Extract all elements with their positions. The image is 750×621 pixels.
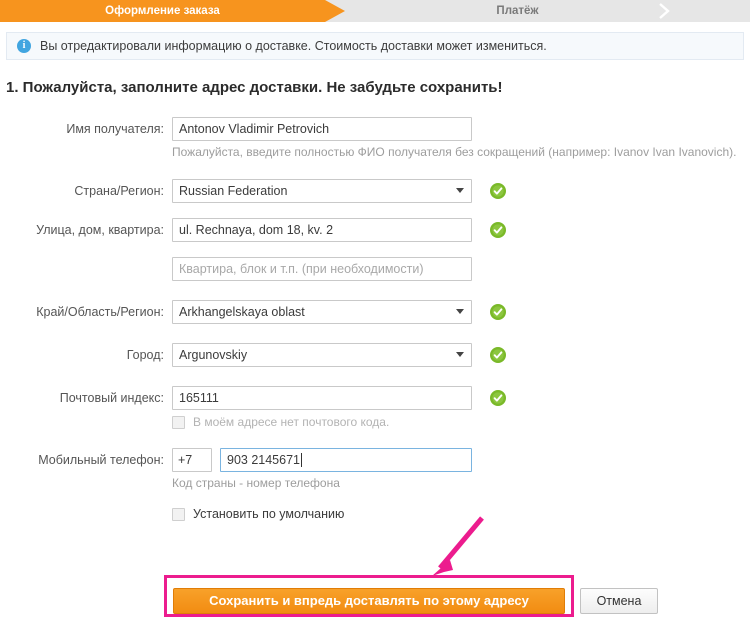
- phone-country-code-input[interactable]: +7: [172, 448, 212, 472]
- street-label: Улица, дом, квартира:: [36, 223, 164, 237]
- default-address-checkbox-row[interactable]: Установить по умолчанию: [172, 507, 472, 521]
- recipient-hint: Пожалуйста, введите полностью ФИО получа…: [172, 145, 737, 159]
- save-button[interactable]: Сохранить и впредь доставлять по этому а…: [173, 588, 565, 614]
- form-row-country: Страна/Регион: Russian Federation: [0, 179, 750, 203]
- apartment-input[interactable]: [172, 257, 472, 281]
- check-circle-icon: [490, 390, 506, 406]
- phone-number-value: 903 2145671: [227, 453, 300, 467]
- no-postcode-checkbox[interactable]: [172, 415, 185, 429]
- default-address-checkbox[interactable]: [172, 507, 185, 521]
- phone-field-group: +7 903 2145671 Код страны - номер телефо…: [172, 448, 472, 521]
- check-circle-icon: [490, 222, 506, 238]
- street-field-group: [172, 218, 472, 242]
- text-caret: [301, 453, 302, 467]
- street-input[interactable]: [172, 218, 472, 242]
- postcode-label: Почтовый индекс:: [59, 391, 164, 405]
- recipient-input[interactable]: [172, 117, 472, 141]
- delivery-info-banner: i Вы отредактировали информацию о достав…: [6, 32, 744, 60]
- postcode-field-group: В моём адресе нет почтового кода.: [172, 386, 472, 429]
- check-circle-icon: [490, 304, 506, 320]
- chevron-down-icon: [456, 352, 464, 357]
- city-select-wrapper[interactable]: Argunovskiy: [172, 343, 472, 367]
- city-label: Город:: [126, 348, 164, 362]
- apartment-field-group: [172, 257, 472, 281]
- checkout-progress-steps: Оформление заказа Платёж: [0, 0, 750, 22]
- notice-banner-wrapper: i Вы отредактировали информацию о достав…: [0, 22, 750, 60]
- chevron-down-icon: [456, 309, 464, 314]
- step-checkout-label: Оформление заказа: [105, 5, 220, 17]
- form-actions: Сохранить и впредь доставлять по этому а…: [0, 575, 750, 621]
- cancel-button[interactable]: Отмена: [580, 588, 658, 614]
- info-icon: i: [17, 39, 31, 53]
- phone-label: Мобильный телефон:: [38, 453, 164, 467]
- form-row-apartment: [0, 257, 750, 281]
- city-select[interactable]: Argunovskiy: [172, 343, 472, 367]
- banner-text: Вы отредактировали информацию о доставке…: [40, 39, 547, 53]
- region-field-group: Arkhangelskaya oblast: [172, 300, 472, 324]
- country-select[interactable]: Russian Federation: [172, 179, 472, 203]
- form-row-postcode: Почтовый индекс: В моём адресе нет почто…: [0, 386, 750, 429]
- page-title: 1. Пожалуйста, заполните адрес доставки.…: [6, 79, 503, 96]
- step-checkout[interactable]: Оформление заказа: [0, 0, 345, 22]
- form-row-phone: Мобильный телефон: +7 903 2145671 Код ст…: [0, 448, 750, 521]
- check-circle-icon: [490, 347, 506, 363]
- shipping-address-form: Имя получателя: Пожалуйста, введите полн…: [0, 117, 750, 521]
- step-payment-label: Платёж: [496, 5, 539, 17]
- no-postcode-label: В моём адресе нет почтового кода.: [193, 415, 390, 429]
- step-payment[interactable]: Платёж: [345, 0, 690, 22]
- phone-number-input[interactable]: 903 2145671: [220, 448, 472, 472]
- default-address-label: Установить по умолчанию: [193, 507, 345, 521]
- country-select-wrapper[interactable]: Russian Federation: [172, 179, 472, 203]
- phone-inputs: +7 903 2145671: [172, 448, 472, 472]
- form-row-city: Город: Argunovskiy: [0, 343, 750, 367]
- country-field-group: Russian Federation: [172, 179, 472, 203]
- postcode-input[interactable]: [172, 386, 472, 410]
- region-select[interactable]: Arkhangelskaya oblast: [172, 300, 472, 324]
- annotation-arrow-icon: [420, 512, 500, 582]
- phone-hint: Код страны - номер телефона: [172, 476, 340, 490]
- region-label: Край/Область/Регион:: [36, 305, 164, 319]
- chevron-down-icon: [456, 188, 464, 193]
- country-label: Страна/Регион:: [74, 184, 164, 198]
- form-row-region: Край/Область/Регион: Arkhangelskaya obla…: [0, 300, 750, 324]
- city-field-group: Argunovskiy: [172, 343, 472, 367]
- no-postcode-checkbox-row[interactable]: В моём адресе нет почтового кода.: [172, 415, 472, 429]
- form-row-street: Улица, дом, квартира:: [0, 218, 750, 242]
- form-row-recipient: Имя получателя: Пожалуйста, введите полн…: [0, 117, 750, 160]
- recipient-label: Имя получателя:: [66, 122, 164, 136]
- recipient-field-group: Пожалуйста, введите полностью ФИО получа…: [172, 117, 736, 160]
- chevron-right-icon: [655, 0, 679, 22]
- region-select-wrapper[interactable]: Arkhangelskaya oblast: [172, 300, 472, 324]
- check-circle-icon: [490, 183, 506, 199]
